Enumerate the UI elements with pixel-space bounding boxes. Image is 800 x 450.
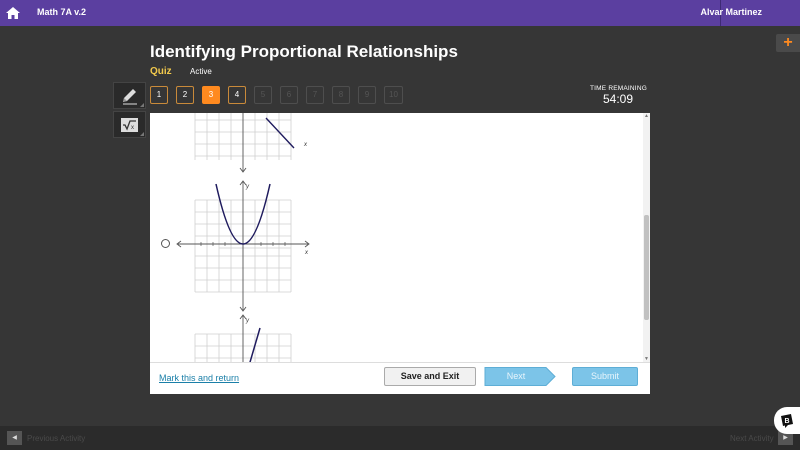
question-button-3[interactable]: 3 <box>202 86 220 104</box>
help-chat-button[interactable]: B <box>774 407 800 434</box>
previous-activity-button[interactable]: ◀ <box>7 431 22 445</box>
question-content: x y x y <box>150 113 650 362</box>
calculator-tool-button[interactable]: x <box>113 111 146 138</box>
question-button-10: 10 <box>384 86 403 104</box>
y-axis-label: y <box>245 184 250 190</box>
time-remaining-label: TIME REMAINING <box>590 85 647 92</box>
next-activity-label[interactable]: Next Activity <box>730 434 774 443</box>
top-bar: Math 7A v.2 Alvar Martinez <box>0 0 800 26</box>
page-title: Identifying Proportional Relationships <box>150 42 458 61</box>
x-axis-label: x <box>303 142 308 148</box>
activity-type: Quiz <box>150 66 172 77</box>
previous-activity-label[interactable]: Previous Activity <box>27 434 85 443</box>
question-button-2[interactable]: 2 <box>176 86 194 104</box>
bottom-bar <box>0 426 800 450</box>
time-remaining-value: 54:09 <box>603 92 634 106</box>
question-button-7: 7 <box>306 86 324 104</box>
next-button[interactable]: Next <box>484 367 556 386</box>
save-and-exit-button[interactable]: Save and Exit <box>384 367 476 386</box>
chevron-left-icon: ◀ <box>12 435 17 441</box>
question-button-6: 6 <box>280 86 298 104</box>
answer-radio-b[interactable] <box>161 239 170 248</box>
plus-icon: + <box>783 34 793 51</box>
y-axis-label: y <box>245 318 250 324</box>
graph-option-c: y <box>194 314 292 362</box>
x-axis-label: x <box>304 250 309 256</box>
pencil-icon <box>123 89 137 105</box>
chevron-right-icon: ▶ <box>783 435 788 441</box>
content-scrollbar[interactable]: ▲ ▼ <box>643 113 650 362</box>
question-button-1[interactable]: 1 <box>150 86 168 104</box>
chat-icon: B <box>781 414 793 428</box>
scroll-up-icon[interactable]: ▲ <box>643 113 650 119</box>
pencil-tool-button[interactable] <box>113 82 146 109</box>
next-button-label: Next <box>506 371 526 381</box>
home-icon[interactable] <box>4 4 22 22</box>
question-button-4[interactable]: 4 <box>228 86 246 104</box>
svg-text:x: x <box>131 125 134 131</box>
question-button-5: 5 <box>254 86 272 104</box>
question-button-9: 9 <box>358 86 376 104</box>
user-name[interactable]: Alvar Martinez <box>700 7 762 17</box>
question-button-8: 8 <box>332 86 350 104</box>
submit-button[interactable]: Submit <box>572 367 638 386</box>
mark-and-return-link[interactable]: Mark this and return <box>159 373 239 383</box>
course-title: Math 7A v.2 <box>37 7 87 17</box>
scrollbar-thumb[interactable] <box>644 215 649 320</box>
svg-text:B: B <box>785 418 790 425</box>
graph-option-a: x <box>194 113 308 173</box>
add-button[interactable]: + <box>776 34 800 52</box>
activity-status: Active <box>190 67 212 76</box>
calculator-icon: x <box>121 118 138 132</box>
graph-option-b: y x <box>176 180 310 312</box>
